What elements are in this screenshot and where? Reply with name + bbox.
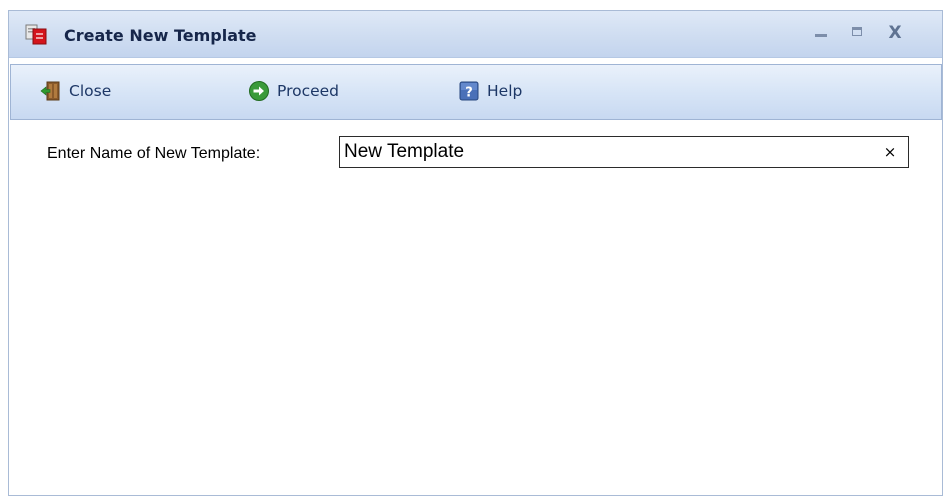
proceed-button[interactable]: Proceed [248, 78, 339, 104]
template-name-label: Enter Name of New Template: [47, 145, 261, 162]
clear-input-button[interactable]: × [882, 143, 898, 161]
green-arrow-circle-icon [248, 80, 270, 102]
window-title: Create New Template [64, 26, 257, 45]
template-name-input[interactable] [344, 138, 864, 166]
minimize-icon [815, 34, 827, 37]
minimize-button[interactable] [809, 21, 833, 45]
exit-door-icon [40, 80, 62, 102]
help-button[interactable]: ? Help [458, 78, 522, 104]
template-name-row: Enter Name of New Template: × [9, 136, 942, 170]
proceed-button-label: Proceed [277, 82, 340, 100]
svg-text:?: ? [465, 86, 473, 101]
maximize-button[interactable] [845, 21, 869, 45]
maximize-icon [852, 27, 862, 36]
close-window-button[interactable]: X [883, 21, 907, 45]
close-button[interactable]: Close [40, 78, 111, 104]
help-button-label: Help [487, 82, 523, 100]
template-name-field[interactable]: × [339, 136, 909, 168]
question-mark-icon: ? [458, 80, 480, 102]
close-button-label: Close [69, 82, 112, 100]
title-bar[interactable]: Create New Template X [9, 11, 942, 58]
toolbar: Close Proceed ? Help [10, 64, 942, 120]
template-create-icon [24, 22, 50, 46]
create-template-window: Create New Template X Close Proceed ? He… [8, 10, 943, 496]
